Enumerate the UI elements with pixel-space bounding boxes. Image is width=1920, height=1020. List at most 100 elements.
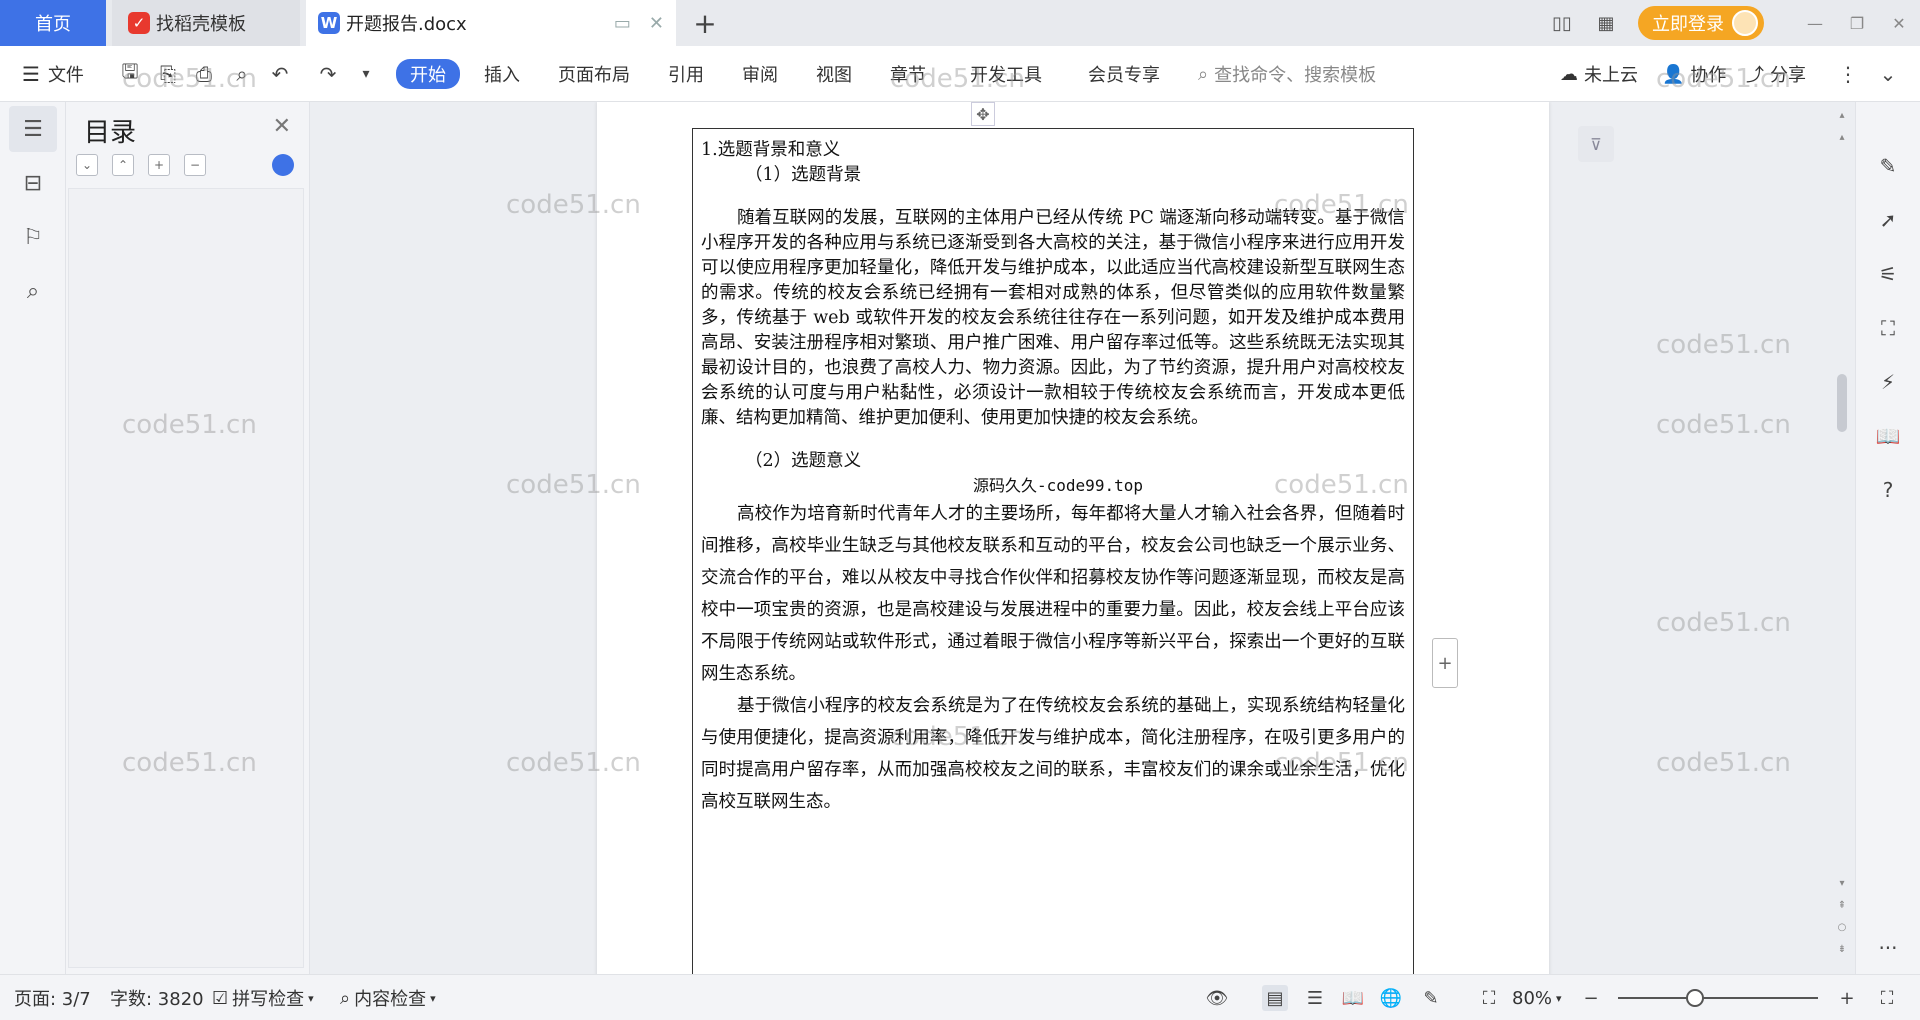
chevron-down-icon: ▾ xyxy=(308,991,314,1005)
zoom-select[interactable]: 80% ▾ xyxy=(1512,975,1562,1020)
tab-document[interactable]: W 开题报告.docx ▭ ✕ xyxy=(306,0,676,46)
export-pdf-icon[interactable]: ⎘ xyxy=(154,60,182,88)
toc-list xyxy=(68,188,304,968)
print-icon[interactable]: ⎙ xyxy=(190,60,218,88)
apps-grid-icon[interactable]: ▦ xyxy=(1588,9,1624,37)
eye-protection-icon[interactable]: 👁 xyxy=(1204,985,1230,1011)
page-select-icon[interactable]: ○ xyxy=(1835,920,1849,934)
document-body[interactable]: 1.选题背景和意义 （1）选题背景 随着互联网的发展，互联网的主体用户已经从传统… xyxy=(701,138,1405,818)
tab-home[interactable]: 首页 xyxy=(0,0,106,46)
tab-start[interactable]: 开始 xyxy=(396,59,460,89)
write-mode-icon[interactable]: ✎ xyxy=(1418,985,1444,1011)
promote-icon[interactable]: + xyxy=(148,154,170,176)
right-tool-rail: ✎ ➚ ⚟ ⛶ ⚡ 📖 ? ··· xyxy=(1855,102,1920,974)
collaborate-button[interactable]: 👤 协作 xyxy=(1662,46,1726,102)
image-tools-icon[interactable]: ⛶ xyxy=(1872,312,1904,344)
outline-view-icon[interactable]: ☰ xyxy=(1302,985,1328,1011)
tab-chapter-label: 章节 xyxy=(890,65,926,86)
tab-review[interactable]: 审阅 xyxy=(742,46,778,102)
more-quick-tools-icon[interactable]: ▾ xyxy=(352,60,380,88)
web-view-icon[interactable]: 🌐 xyxy=(1378,985,1404,1011)
document-page: ✥ 1.选题背景和意义 （1）选题背景 随着互联网的发展，互联网的主体用户已经从… xyxy=(597,102,1549,974)
navigation-icon[interactable]: ⊟ xyxy=(9,160,57,206)
close-icon[interactable]: ✕ xyxy=(273,114,291,139)
tab-chapter[interactable]: 章节 xyxy=(890,46,926,102)
prev-page-icon[interactable]: ⇞ xyxy=(1835,898,1849,912)
scroll-thumb[interactable] xyxy=(1837,374,1847,432)
restore-icon[interactable]: ❐ xyxy=(1836,0,1878,46)
scroll-up-icon[interactable]: ▴ xyxy=(1835,130,1849,144)
toc-panel-icon[interactable]: ☰ xyxy=(9,106,57,152)
toc-sync-toggle[interactable] xyxy=(272,154,294,176)
more-tools-icon[interactable]: ··· xyxy=(1872,932,1904,964)
print-preview-icon[interactable]: ⌕ xyxy=(228,60,256,88)
tab-view[interactable]: 视图 xyxy=(816,46,852,102)
expand-all-icon[interactable]: ⌄ xyxy=(76,154,98,176)
fit-page-icon[interactable]: ⛶ xyxy=(1476,985,1502,1011)
pen-icon[interactable]: ✎ xyxy=(1872,150,1904,182)
vertical-scrollbar[interactable]: ▴ ▴ ▾ ⇞ ○ ⇟ xyxy=(1832,102,1852,974)
more-options-icon[interactable]: ⋮ xyxy=(1834,60,1862,88)
filter-icon[interactable]: ⊽ xyxy=(1578,126,1614,162)
tab-developer[interactable]: 开发工具 xyxy=(970,46,1042,102)
tab-member[interactable]: 会员专享 xyxy=(1088,46,1160,102)
tab-references[interactable]: 引用 xyxy=(668,46,704,102)
word-count-label: 字数: 3820 xyxy=(110,989,204,1010)
tab-template-store[interactable]: ✓ 找稻壳模板 xyxy=(112,0,300,46)
layout-switch-icon[interactable]: ▯▯ xyxy=(1544,9,1580,37)
command-search[interactable]: ⌕ 查找命令、搜索模板 xyxy=(1198,46,1376,102)
share-button[interactable]: ⤴ 分享 xyxy=(1746,46,1806,102)
tab-page-layout[interactable]: 页面布局 xyxy=(558,46,630,102)
collapse-ribbon-icon[interactable]: ⌄ xyxy=(1874,60,1902,88)
add-column-icon[interactable]: + xyxy=(1432,638,1458,688)
redo-icon[interactable]: ↷ xyxy=(314,60,342,88)
chevron-down-icon: ▾ xyxy=(430,991,436,1005)
source-label: 源码久久-code99.top xyxy=(973,476,1143,495)
scroll-top-icon[interactable]: ▴ xyxy=(1835,108,1849,122)
tab-insert[interactable]: 插入 xyxy=(484,46,520,102)
cloud-status[interactable]: ☁ 未上云 xyxy=(1560,46,1638,102)
tab-page-layout-label: 页面布局 xyxy=(558,65,630,86)
content-check-button[interactable]: ⌕ 内容检查 ▾ xyxy=(340,975,436,1020)
word-count[interactable]: 字数: 3820 xyxy=(110,975,204,1020)
bookmark-icon[interactable]: ⚐ xyxy=(9,214,57,260)
scroll-down-icon[interactable]: ▾ xyxy=(1835,876,1849,890)
zoom-slider-knob[interactable] xyxy=(1686,989,1704,1007)
share-icon: ⤴ xyxy=(1746,65,1764,86)
adjust-sliders-icon[interactable]: ⚟ xyxy=(1872,258,1904,290)
page-indicator[interactable]: 页面: 3/7 xyxy=(14,975,91,1020)
heading-1: 1.选题背景和意义 xyxy=(701,140,841,160)
table-move-handle-icon[interactable]: ✥ xyxy=(971,102,995,126)
tab-references-label: 引用 xyxy=(668,65,704,86)
undo-icon[interactable]: ↶ xyxy=(266,60,294,88)
tab-home-label: 首页 xyxy=(35,14,71,35)
spellcheck-button[interactable]: ☑ 拼写检查 ▾ xyxy=(212,975,314,1020)
login-button[interactable]: 立即登录 xyxy=(1638,6,1764,40)
zoom-in-icon[interactable]: + xyxy=(1834,985,1860,1011)
demote-icon[interactable]: − xyxy=(184,154,206,176)
zoom-slider-track[interactable] xyxy=(1618,997,1818,999)
ai-assistant-icon[interactable]: ⚡ xyxy=(1872,366,1904,398)
next-page-icon[interactable]: ⇟ xyxy=(1835,942,1849,956)
file-menu[interactable]: ☰ 文件 xyxy=(22,46,84,102)
select-pointer-icon[interactable]: ➚ xyxy=(1872,204,1904,236)
help-icon[interactable]: ? xyxy=(1872,474,1904,506)
window-close-icon[interactable]: ✕ xyxy=(1878,0,1920,46)
tab-start-label: 开始 xyxy=(410,65,446,86)
toc-title: 目录 xyxy=(84,118,137,148)
fullscreen-icon[interactable]: ⛶ xyxy=(1874,985,1900,1011)
page-view-icon[interactable]: ▤ xyxy=(1262,985,1288,1011)
spellcheck-icon: ☑ xyxy=(212,987,229,1009)
close-tab-icon[interactable]: ✕ xyxy=(649,13,664,34)
minimize-icon[interactable]: — xyxy=(1794,0,1836,46)
save-icon[interactable]: 🖫 xyxy=(116,59,144,88)
reading-mode-icon[interactable]: 📖 xyxy=(1872,420,1904,452)
collaborate-label: 协作 xyxy=(1690,65,1727,86)
pin-window-icon[interactable]: ▭ xyxy=(614,13,631,34)
zoom-out-icon[interactable]: − xyxy=(1578,985,1604,1011)
find-icon[interactable]: ⌕ xyxy=(9,268,57,314)
page-indicator-label: 页面: 3/7 xyxy=(14,989,91,1010)
read-view-icon[interactable]: 📖 xyxy=(1340,985,1366,1011)
new-tab-button[interactable]: + xyxy=(690,7,720,40)
collapse-all-icon[interactable]: ⌃ xyxy=(112,154,134,176)
